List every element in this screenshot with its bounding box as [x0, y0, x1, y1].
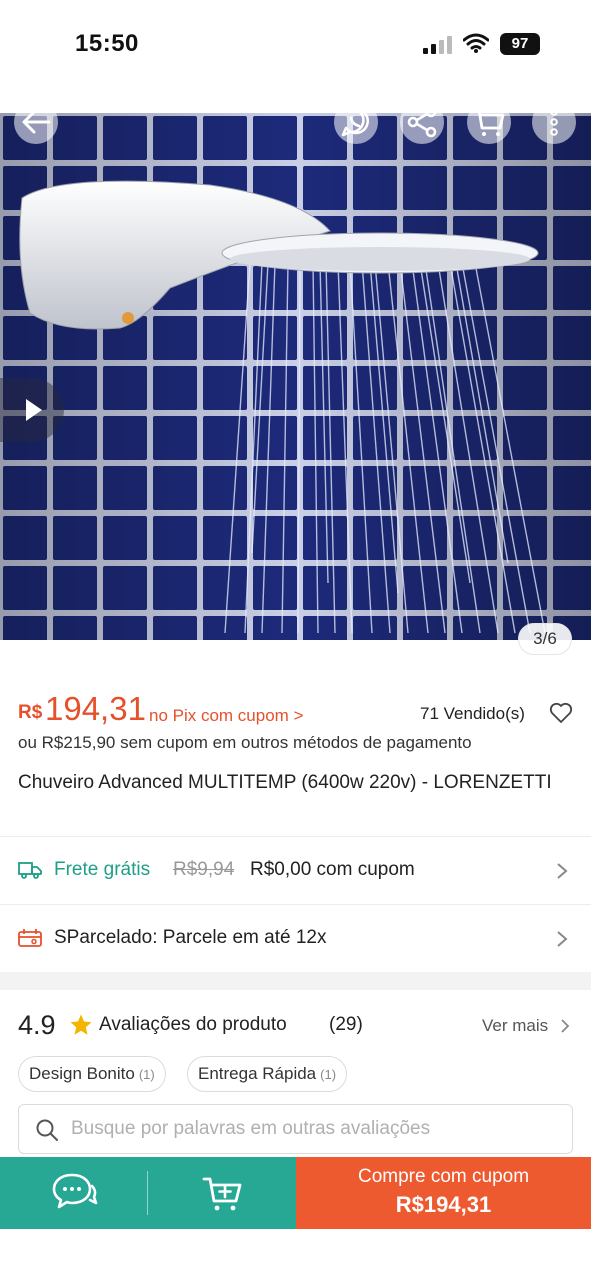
review-tag-label: Entrega Rápida [198, 1064, 317, 1083]
chevron-right-icon [561, 1019, 570, 1033]
cart-button[interactable] [467, 100, 511, 144]
installments-label: SParcelado: Parcele em até 12x [54, 927, 327, 948]
battery-indicator: 97 [500, 33, 540, 55]
reviews-count: (29) [329, 1014, 363, 1035]
price-row: R$ 194,31 no Pix com cupom > 71 Vendido(… [18, 690, 578, 730]
shipping-old-price: R$9,94 [173, 859, 235, 880]
chevron-right-icon [557, 863, 568, 879]
alt-price: ou R$215,90 sem cupom em outros métodos … [18, 733, 472, 752]
product-title: Chuveiro Advanced MULTITEMP (6400w 220v)… [18, 772, 552, 793]
bottom-left-panel [0, 1157, 296, 1229]
review-tag-count: (1) [138, 1067, 155, 1082]
share-icon [407, 106, 437, 138]
section-separator [0, 972, 591, 990]
image-counter: 3/6 [518, 623, 572, 655]
cart-icon [472, 108, 505, 136]
shipping-row[interactable]: Frete grátis R$9,94 R$0,00 com cupom [0, 838, 591, 904]
more-button[interactable] [532, 100, 576, 144]
see-more-link[interactable]: Ver mais [482, 1016, 548, 1036]
review-tag[interactable]: Design Bonito (1) [18, 1056, 166, 1092]
wifi-icon [463, 33, 489, 53]
pix-coupon-link[interactable]: no Pix com cupom > [149, 706, 304, 726]
buy-with-coupon-button[interactable]: Compre com cupom R$194,31 [296, 1157, 591, 1229]
bottom-action-bar: Compre com cupom R$194,31 [0, 1157, 591, 1229]
status-bar: 15:50 97 [0, 0, 591, 90]
divider [0, 836, 591, 837]
play-icon [26, 399, 42, 421]
buy-button-label: Compre com cupom [357, 1166, 530, 1187]
divider [0, 904, 591, 905]
back-arrow-icon [22, 110, 51, 134]
back-button[interactable] [14, 100, 58, 144]
reviews-title: Avaliações do produto [99, 1014, 287, 1035]
product-image[interactable] [0, 113, 591, 640]
heart-icon[interactable] [549, 702, 573, 724]
search-placeholder: Busque por palavras em outras avaliações [71, 1118, 431, 1139]
free-shipping-label: Frete grátis [54, 859, 151, 880]
installments-row[interactable]: SParcelado: Parcele em até 12x [0, 906, 591, 972]
chevron-right-icon [557, 931, 568, 947]
status-time: 15:50 [75, 30, 139, 57]
home-indicator-area [0, 1229, 591, 1280]
price-amount: 194,31 [45, 690, 146, 727]
installment-icon [18, 929, 42, 947]
review-search-input[interactable]: Busque por palavras em outras avaliações [18, 1104, 573, 1154]
star-icon [70, 1014, 92, 1035]
whatsapp-share-button[interactable] [334, 100, 378, 144]
play-video-button[interactable] [0, 378, 64, 442]
rating-value: 4.9 [18, 1010, 56, 1040]
signal-icon [423, 36, 452, 54]
search-icon [36, 1119, 58, 1141]
more-icon [550, 108, 558, 136]
share-button[interactable] [400, 100, 444, 144]
buy-button-price: R$194,31 [395, 1192, 492, 1217]
shipping-new-price: R$0,00 com cupom [250, 859, 415, 880]
review-tag-label: Design Bonito [29, 1064, 135, 1083]
whatsapp-share-icon [341, 107, 369, 137]
divider [147, 1171, 148, 1215]
add-to-cart-icon[interactable] [196, 1171, 248, 1215]
review-tag-count: (1) [320, 1067, 337, 1082]
price-currency: R$ [18, 702, 43, 723]
review-tag[interactable]: Entrega Rápida (1) [187, 1056, 348, 1092]
sold-count: 71 Vendido(s) [420, 704, 525, 723]
chat-icon[interactable] [48, 1171, 100, 1215]
truck-icon [18, 862, 42, 879]
